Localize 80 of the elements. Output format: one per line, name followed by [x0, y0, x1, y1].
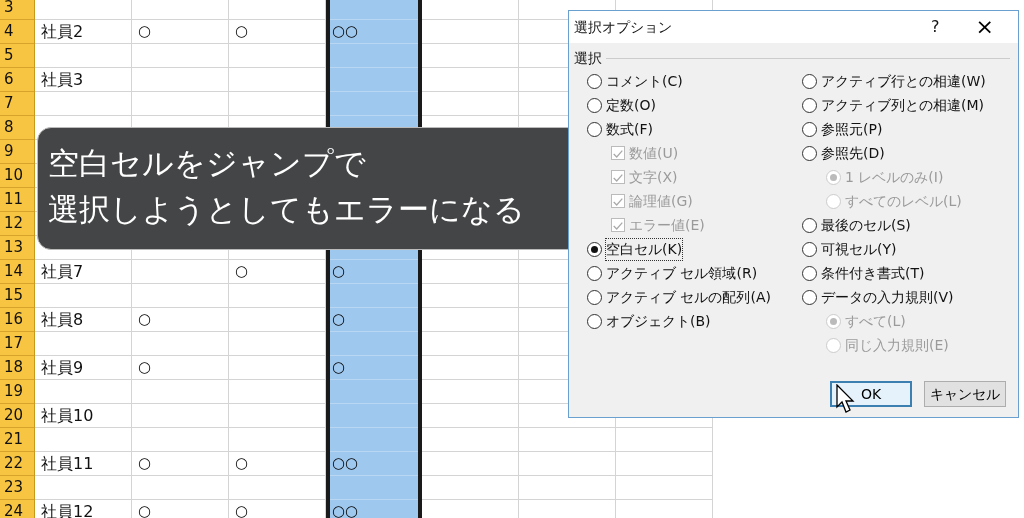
radio-button[interactable]: [587, 97, 602, 113]
employee-name: 社員8: [41, 308, 84, 331]
cancel-button[interactable]: キャンセル: [924, 381, 1006, 407]
row-number[interactable]: 8: [4, 116, 14, 139]
group-label: 選択: [574, 49, 602, 68]
help-button[interactable]: ?: [931, 15, 940, 39]
option-label[interactable]: 定数(O): [606, 94, 656, 116]
row-number[interactable]: 7: [4, 92, 14, 115]
row-number[interactable]: 4: [4, 20, 14, 43]
employee-name: 社員10: [41, 404, 94, 427]
radio-button[interactable]: [802, 145, 817, 161]
option-label[interactable]: アクティブ セルの配列(A): [606, 286, 771, 308]
row-number[interactable]: 6: [4, 68, 14, 91]
radio-button[interactable]: [802, 241, 817, 257]
option-label[interactable]: 最後のセル(S): [821, 214, 911, 236]
radio-button[interactable]: [587, 289, 602, 305]
option-label[interactable]: オブジェクト(B): [606, 310, 711, 332]
row-number[interactable]: 13: [4, 236, 24, 259]
employee-name: 社員11: [41, 452, 94, 475]
employee-name: 社員3: [41, 68, 84, 91]
circle-mark: ○: [235, 261, 249, 283]
row-number[interactable]: 23: [4, 476, 24, 499]
row-number[interactable]: 16: [4, 308, 24, 331]
row-number[interactable]: 15: [4, 284, 24, 307]
circle-mark: ○: [235, 21, 249, 43]
row-number[interactable]: 14: [4, 260, 24, 283]
radio-button[interactable]: [587, 73, 602, 89]
option-label[interactable]: 参照元(P): [821, 118, 883, 140]
circle-mark: ○: [138, 309, 152, 331]
row-number[interactable]: 22: [4, 452, 24, 475]
circle-mark: ○: [235, 453, 249, 475]
option-label[interactable]: コメント(C): [606, 70, 683, 92]
circle-mark: ○: [138, 357, 152, 379]
row-number[interactable]: 19: [4, 380, 24, 403]
option-label[interactable]: 参照先(D): [821, 142, 885, 164]
employee-name: 社員2: [41, 20, 84, 43]
circle-mark: ○: [235, 501, 249, 518]
radio-button[interactable]: [802, 217, 817, 233]
circle-mark: ○○: [332, 501, 359, 518]
row-number[interactable]: 10: [4, 164, 24, 187]
option-label[interactable]: 空白セル(K): [606, 238, 683, 260]
radio-button[interactable]: [587, 121, 602, 137]
row-number[interactable]: 18: [4, 356, 24, 379]
row-number[interactable]: 9: [4, 140, 14, 163]
radio-button[interactable]: [802, 289, 817, 305]
radio-button[interactable]: [802, 97, 817, 113]
radio-button[interactable]: [587, 313, 602, 329]
radio-button[interactable]: [802, 265, 817, 281]
circle-mark: ○: [332, 357, 346, 379]
radio-button[interactable]: [587, 265, 602, 281]
row-number[interactable]: 12: [4, 212, 24, 235]
dialog-title: 選択オプション: [574, 17, 672, 37]
row-number[interactable]: 21: [4, 428, 24, 451]
circle-mark: ○: [138, 501, 152, 518]
option-label[interactable]: 数式(F): [606, 118, 653, 140]
row-number[interactable]: 20: [4, 404, 24, 427]
circle-mark: ○: [332, 261, 346, 283]
row-number[interactable]: 17: [4, 332, 24, 355]
radio-button[interactable]: [587, 241, 602, 257]
option-label[interactable]: 可視セル(Y): [821, 238, 897, 260]
row-number[interactable]: 3: [4, 0, 14, 19]
option-label[interactable]: 条件付き書式(T): [821, 262, 925, 284]
option-label[interactable]: データの入力規則(V): [821, 286, 954, 308]
radio-button[interactable]: [802, 73, 817, 89]
circle-mark: ○○: [332, 21, 359, 43]
option-label[interactable]: アクティブ行との相違(W): [821, 70, 986, 92]
circle-mark: ○: [138, 21, 152, 43]
row-number[interactable]: 24: [4, 500, 24, 518]
employee-name: 社員7: [41, 260, 84, 283]
close-button[interactable]: ×: [975, 16, 994, 38]
row-number[interactable]: 11: [4, 188, 24, 211]
employee-name: 社員9: [41, 356, 84, 379]
option-label[interactable]: アクティブ列との相違(M): [821, 94, 984, 116]
radio-button[interactable]: [802, 121, 817, 137]
circle-mark: ○: [138, 453, 152, 475]
row-number[interactable]: 5: [4, 44, 14, 67]
circle-mark: ○○: [332, 453, 359, 475]
cursor-icon: [836, 384, 856, 414]
option-label[interactable]: アクティブ セル領域(R): [606, 262, 758, 284]
circle-mark: ○: [332, 309, 346, 331]
